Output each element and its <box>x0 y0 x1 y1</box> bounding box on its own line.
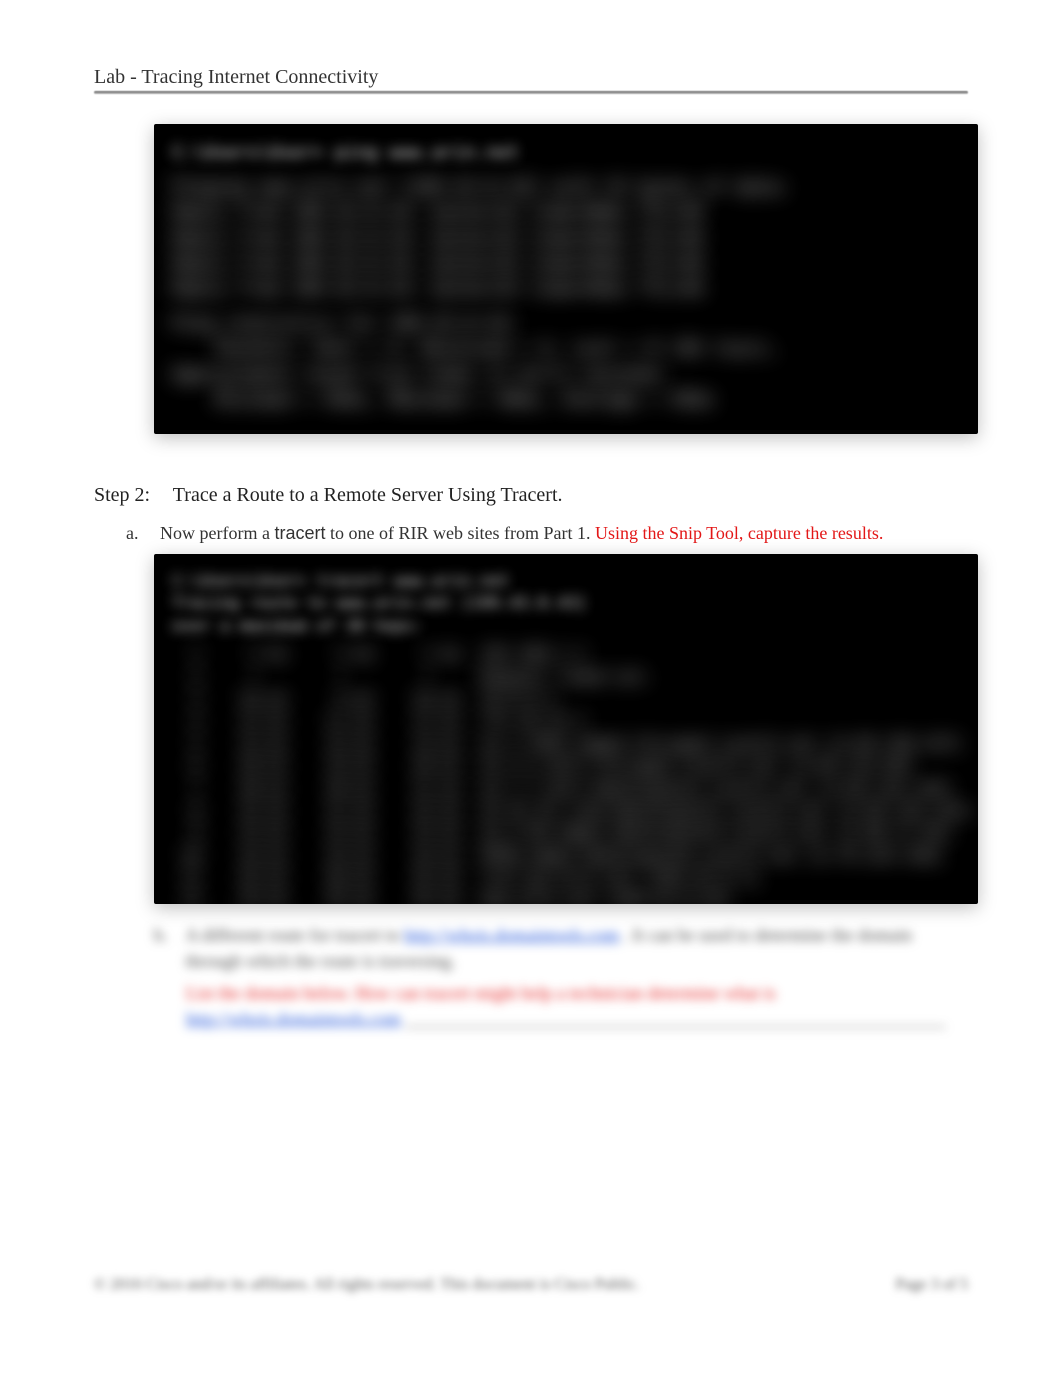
terminal-line: 3 10 ms 9 ms 10 ms 10.0.0.1 <box>172 688 960 710</box>
terminal-line: Reply from 199.43.0.43: bytes=32 time=45… <box>172 226 960 251</box>
link-domaintools-2[interactable]: http://whois.domaintools.com <box>186 1009 401 1029</box>
substep-command: tracert <box>274 523 325 543</box>
footer-page-number: Page 3 of 5 <box>896 1276 968 1294</box>
terminal-line: Minimum = 45ms, Maximum = 46ms, Average … <box>172 387 960 412</box>
terminal-line: 9 33 ms 33 ms 33 ms ae-4-90.edge1.Washin… <box>172 822 960 844</box>
header-divider <box>94 91 968 94</box>
page-footer: © 2016 Cisco and/or its affiliates. All … <box>94 1276 968 1294</box>
substep-instruction-red: Using the Snip Tool, capture the results… <box>595 523 883 543</box>
substep-letter: b. <box>154 922 168 974</box>
terminal-line: 7 30 ms 30 ms 31 ms ae-7-7.ebr1.Washingt… <box>172 778 960 800</box>
terminal-line: C:\Users\User> tracert www.arin.net <box>172 570 960 592</box>
terminal-line: 6 20 ms 19 ms 20 ms ae-2-2.ebr2.Chicago2… <box>172 755 960 777</box>
terminal-line: Reply from 199.43.0.43: bytes=32 time=45… <box>172 276 960 301</box>
terminal-line: Tracing route to www.arin.net [199.43.0.… <box>172 592 960 614</box>
terminal-line: 2 * * * Request timed out. <box>172 666 960 688</box>
terminal-line: 4 12 ms 11 ms 12 ms 172.16.32.1 <box>172 710 960 732</box>
substep-text: A different route for tracert to http://… <box>186 922 969 974</box>
footer-copyright: © 2016 Cisco and/or its affiliates. All … <box>94 1276 640 1294</box>
ping-output-terminal: C:\Users\User> ping www.arin.net Pinging… <box>154 124 978 434</box>
terminal-line: 12 45 ms 45 ms 45 ms www.arin.net [199.4… <box>172 889 960 904</box>
tracert-output-terminal: C:\Users\User> tracert www.arin.net Trac… <box>154 554 978 904</box>
terminal-line: Packets: Sent = 4, Received = 4, Lost = … <box>172 336 960 361</box>
terminal-line: Reply from 199.43.0.43: bytes=32 time=46… <box>172 200 960 225</box>
substep-text-prefix: Now perform a <box>160 523 274 543</box>
spacer <box>172 301 960 311</box>
terminal-line: 10 34 ms 34 ms 34 ms ARIN.edge1.Washingt… <box>172 845 960 867</box>
substep-a: a. Now perform a tracert to one of RIR w… <box>126 523 968 544</box>
substep-letter: a. <box>126 523 140 544</box>
step-heading: Step 2: Trace a Route to a Remote Server… <box>94 484 968 507</box>
terminal-line: 11 45 ms 46 ms 45 ms cust-gw.arin.net [1… <box>172 867 960 889</box>
blurred-substep-b: b. A different route for tracert to http… <box>154 922 968 1032</box>
terminal-line: Pinging www.arin.net [199.43.0.43] with … <box>172 175 960 200</box>
instruction-red-line: List the domain below. How can tracert m… <box>186 980 968 1006</box>
terminal-line: 1 1 ms 1 ms 1 ms 192.168.1.1 <box>172 643 960 665</box>
step-label: Step 2: <box>94 484 150 506</box>
terminal-line: Approximate round trip times in milli-se… <box>172 362 960 387</box>
terminal-line: 8 32 ms 31 ms 32 ms ae-91-91.csw4.Washin… <box>172 800 960 822</box>
substep-text: Now perform a tracert to one of RIR web … <box>160 523 883 544</box>
terminal-line: C:\Users\User> ping www.arin.net <box>172 140 960 165</box>
substep-text-mid: to one of RIR web sites from Part 1. <box>330 523 595 543</box>
terminal-line: Reply from 199.43.0.43: bytes=32 time=45… <box>172 251 960 276</box>
answer-blank: ________________________________________… <box>406 1009 946 1029</box>
text-pre: A different route for tracert to <box>186 925 405 945</box>
terminal-line: over a maximum of 30 hops: <box>172 615 960 637</box>
step-title: Trace a Route to a Remote Server Using T… <box>173 484 563 506</box>
link-domaintools[interactable]: http://whois.domaintools.com <box>404 925 619 945</box>
terminal-line: 5 15 ms 15 ms 14 ms ae-1-3502.edge4.Chic… <box>172 733 960 755</box>
spacer <box>172 165 960 175</box>
page-title: Lab - Tracing Internet Connectivity <box>94 66 968 89</box>
terminal-line: Ping statistics for 199.43.0.43: <box>172 311 960 336</box>
